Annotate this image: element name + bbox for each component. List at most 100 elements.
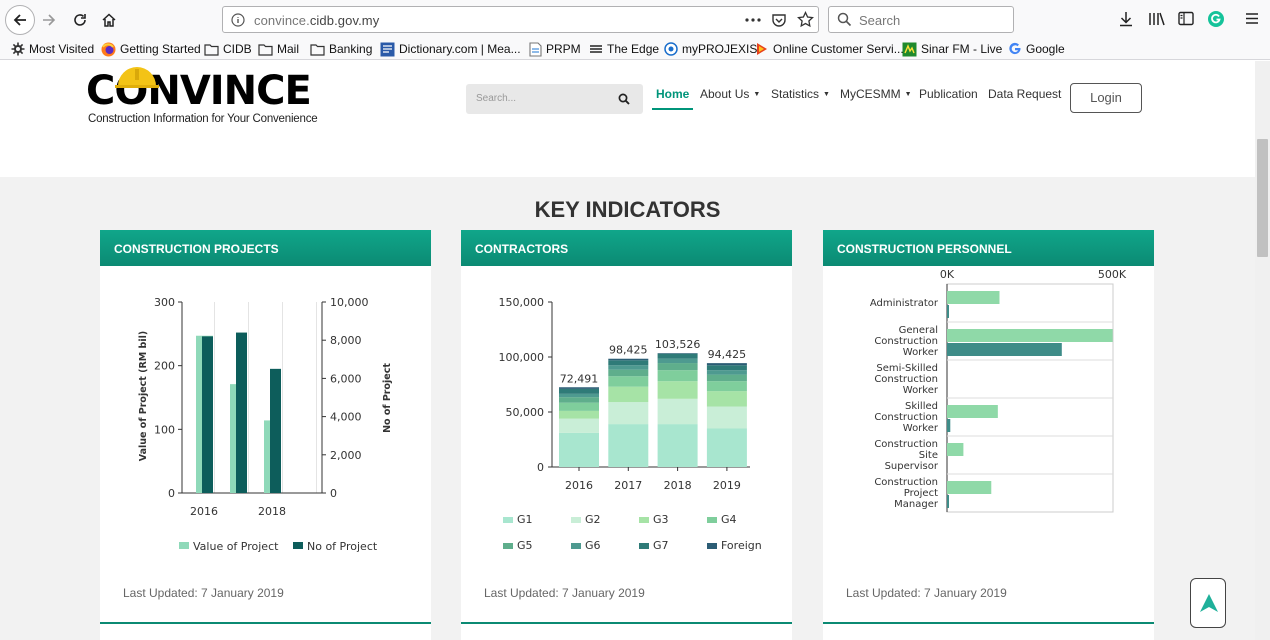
bookmark-dictionary[interactable]: Dictionary.com | Mea... [380, 41, 521, 57]
site-header: CONVINCE Construction Information for Yo… [0, 61, 1255, 177]
site-search-input[interactable]: Search... [466, 84, 643, 114]
bookmark-most-visited[interactable]: Most Visited [11, 41, 94, 57]
google-icon [1009, 42, 1021, 55]
bookmark-banking[interactable]: Banking [310, 41, 372, 57]
bar-no-of-project [270, 368, 281, 493]
nav-data-request[interactable]: Data Request [988, 87, 1061, 101]
card-construction-personnel: CONSTRUCTION PERSONNEL 0K 500K Administrat… [823, 230, 1154, 640]
x-tick-label: 2018 [258, 505, 286, 518]
scrollbar-thumb[interactable] [1257, 139, 1268, 257]
category-label: Skilled [905, 401, 938, 412]
bar-segment-g7 [657, 353, 698, 359]
card-title: CONSTRUCTION PROJECTS [100, 230, 431, 266]
bookmark-online-customer[interactable]: Online Customer Servi... [755, 41, 904, 57]
bar-series-1 [947, 291, 1000, 304]
last-updated: Last Updated: 7 January 2019 [123, 586, 284, 600]
library-icon[interactable] [1148, 11, 1166, 27]
pocket-icon[interactable] [771, 12, 787, 28]
nav-about-us[interactable]: About Us ▼ [700, 87, 760, 101]
bar-segment-g3 [657, 381, 698, 399]
forward-button[interactable] [35, 6, 63, 34]
nav-data-request-label: Data Request [988, 87, 1062, 101]
login-button[interactable]: Login [1070, 83, 1142, 113]
address-bar[interactable]: convince.cidb.gov.my [222, 6, 819, 33]
bookmark-getting-started[interactable]: Getting Started [101, 41, 201, 57]
bookmark-myprojexis[interactable]: myPROJEXIS [664, 41, 757, 57]
card-divider [461, 622, 792, 624]
nav-statistics-label: Statistics [771, 87, 820, 101]
y2-tick-label: 8,000 [330, 334, 362, 347]
bookmark-label: Getting Started [120, 42, 201, 56]
browser-toolbar: convince.cidb.gov.my Search [0, 0, 1270, 38]
info-icon [231, 13, 245, 27]
bookmark-label: Banking [329, 42, 373, 56]
bookmark-the-edge[interactable]: The Edge [589, 41, 659, 57]
legend-swatch [707, 543, 717, 549]
bar-series-2 [947, 343, 1062, 356]
bar-segment-foreign [706, 363, 747, 366]
card-construction-projects: CONSTRUCTION PROJECTS 0 100 200 300 0 2,000 4,… [100, 230, 431, 640]
bookmark-label: The Edge [607, 42, 660, 56]
last-updated: Last Updated: 7 January 2019 [846, 586, 1007, 600]
bar-series-2 [947, 305, 949, 318]
y-tick-label: 200 [154, 360, 175, 373]
y2-axis-title: No of Project [382, 363, 393, 433]
hardhat-icon [115, 67, 159, 88]
nav-publication[interactable]: Publication [919, 87, 978, 101]
bar-segment-g6 [657, 358, 698, 364]
bar-segment-g3 [706, 391, 747, 407]
bookmark-cidb[interactable]: CIDB [204, 41, 252, 57]
active-nav-indicator [652, 108, 693, 110]
bookmark-star-icon[interactable] [797, 11, 814, 28]
bookmark-sinar-fm[interactable]: Sinar FM - Live [902, 41, 1002, 57]
bar-segment-g4 [706, 381, 747, 392]
back-to-top-button[interactable] [1190, 578, 1226, 628]
x-tick-label: 2016 [190, 505, 218, 518]
bar-total-label: 103,526 [655, 338, 701, 351]
category-label: Administrator [870, 298, 939, 309]
category-label: Construction [874, 412, 938, 423]
site-search-placeholder: Search... [476, 93, 517, 104]
page-scrollbar[interactable] [1255, 61, 1270, 640]
sidebar-icon[interactable] [1178, 11, 1194, 26]
bookmark-label: Sinar FM - Live [921, 42, 1003, 56]
legend-label: Foreign [721, 539, 762, 552]
x-tick-label: 2019 [713, 479, 741, 492]
bookmark-prpm[interactable]: PRPM [529, 41, 581, 57]
category-label: Construction [874, 439, 938, 450]
bar-segment-foreign [608, 358, 649, 361]
bookmark-label: PRPM [546, 42, 581, 56]
bookmark-mail[interactable]: Mail [258, 41, 299, 57]
nav-mycesmm[interactable]: MyCESMM ▼ [840, 87, 912, 101]
nav-about-us-label: About Us [700, 87, 750, 101]
legend-swatch [707, 517, 717, 523]
bar-segment-g5 [559, 397, 599, 403]
bookmark-label: CIDB [223, 42, 252, 56]
nav-statistics[interactable]: Statistics ▼ [771, 87, 830, 101]
folder-icon [204, 43, 219, 56]
folder-icon [310, 43, 325, 56]
folder-icon [258, 43, 273, 56]
browser-search-field[interactable]: Search [828, 6, 1014, 33]
y2-tick-label: 10,000 [330, 296, 369, 309]
back-button[interactable] [5, 5, 35, 35]
home-button[interactable] [95, 6, 123, 34]
search-icon[interactable] [618, 93, 630, 105]
menu-icon[interactable] [1245, 12, 1259, 25]
bookmark-label: Dictionary.com | Mea... [399, 42, 521, 56]
chevron-down-icon: ▼ [753, 91, 761, 98]
bar-segment-g4 [559, 402, 599, 411]
more-actions-icon[interactable] [745, 18, 761, 22]
x-tick-label: 2018 [664, 479, 692, 492]
card-contractors: CONTRACTORS 0 50,000 100,000 150,000 72,491 2… [461, 230, 792, 640]
download-icon[interactable] [1118, 11, 1134, 27]
bookmark-google[interactable]: Google [1008, 41, 1065, 57]
grammarly-icon[interactable] [1207, 10, 1225, 28]
bar-segment-g5 [706, 374, 747, 382]
reload-icon [74, 14, 86, 26]
nav-home[interactable]: Home [656, 87, 689, 101]
reload-button[interactable] [66, 6, 94, 34]
chevron-down-icon: ▼ [823, 91, 830, 98]
y-tick-label: 100 [154, 423, 175, 436]
contractors-chart: 0 50,000 100,000 150,000 72,491 2016 98,425 201… [499, 296, 762, 552]
